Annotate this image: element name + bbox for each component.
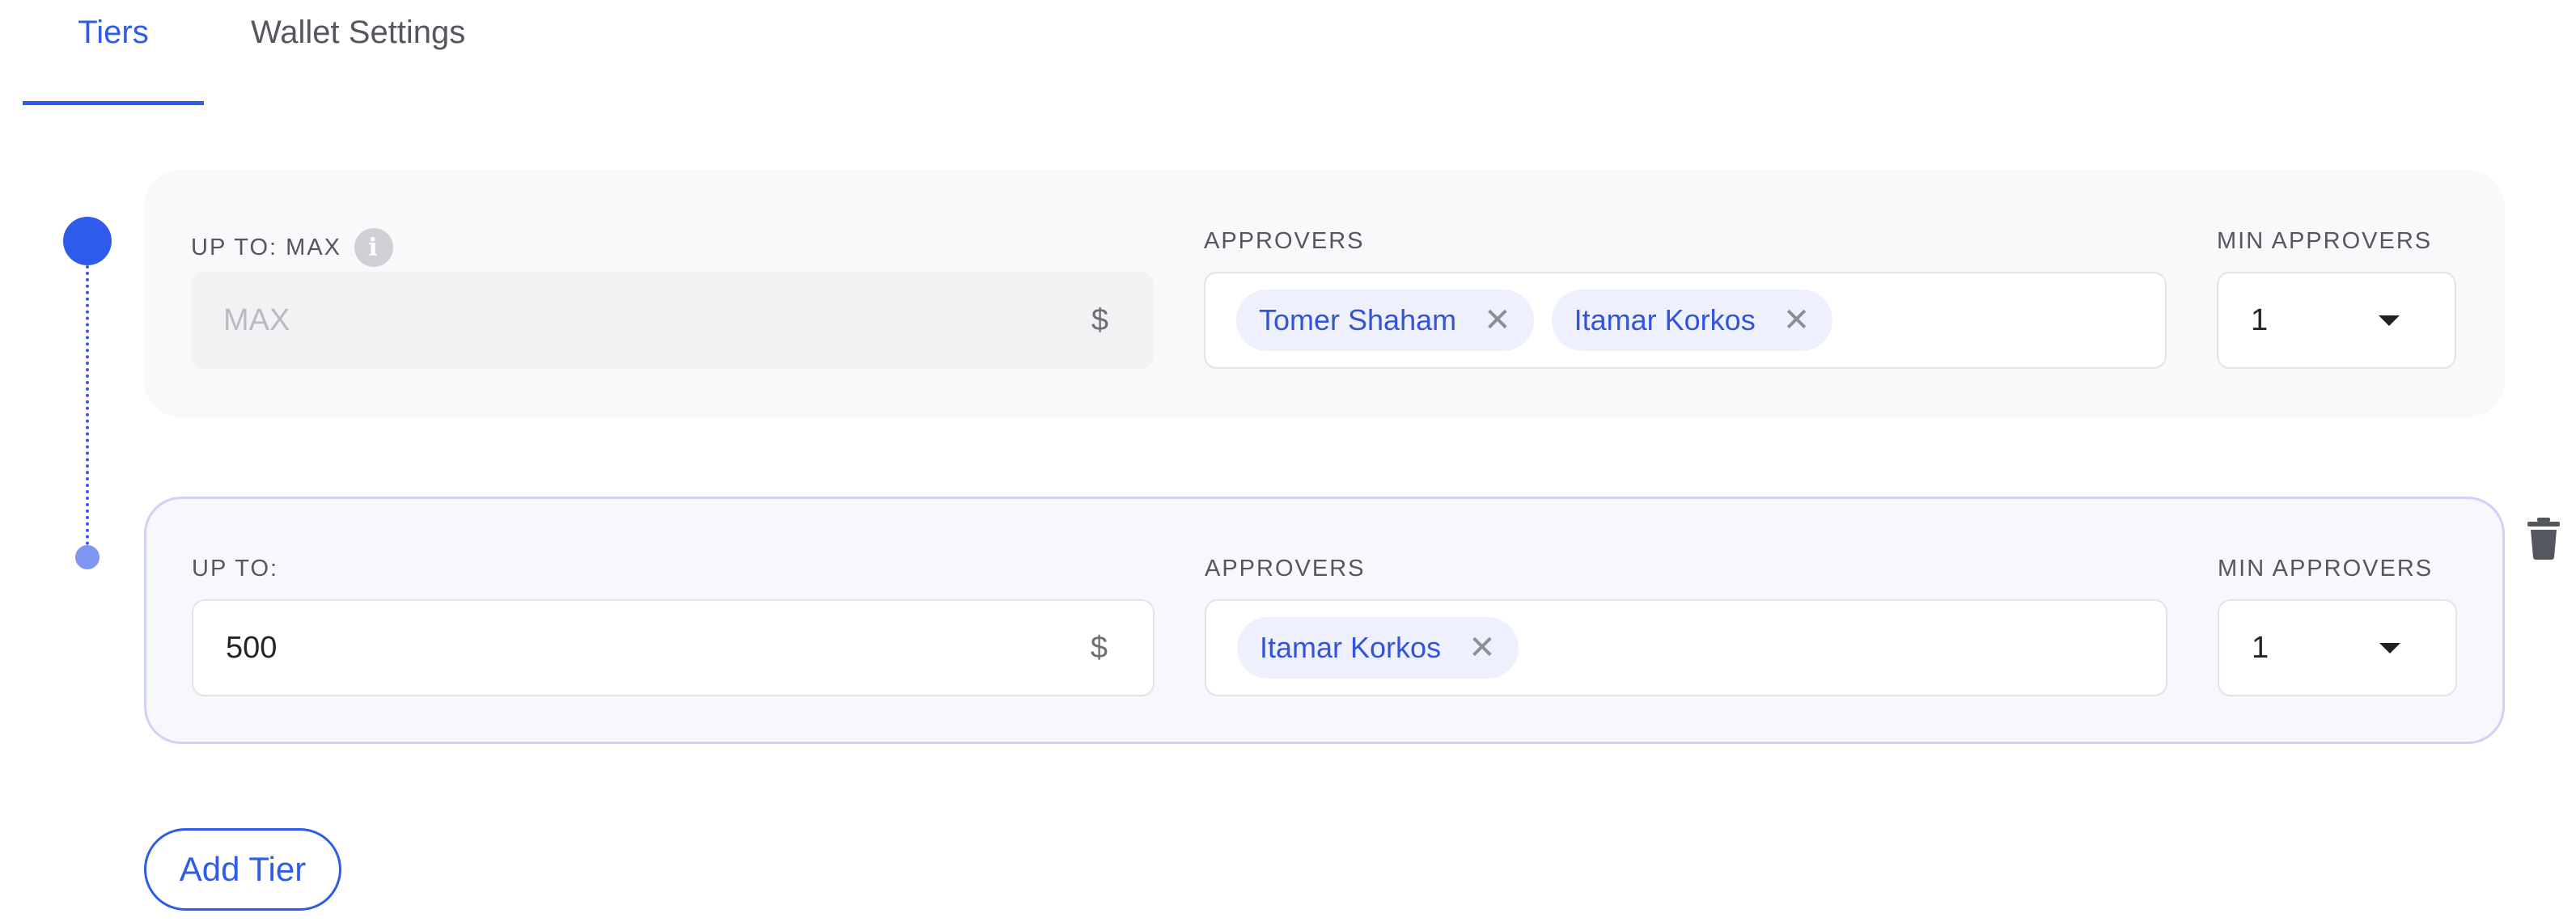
approver-chip: Itamar Korkos ✕ [1551,290,1833,351]
timeline-connector [86,265,89,552]
tab-wallet-settings[interactable]: Wallet Settings [251,0,465,105]
tab-bar: Tiers Wallet Settings [23,0,465,105]
min-approvers-select[interactable]: 1 [2217,272,2456,369]
amount-value: 500 [226,630,278,665]
add-tier-label: Add Tier [179,850,307,888]
close-icon[interactable]: ✕ [1783,304,1811,336]
currency-symbol: $ [1091,302,1108,337]
approver-chip: Itamar Korkos ✕ [1237,617,1519,679]
approval-tiers-page: Tiers Wallet Settings UP TO: MAX i MAX $… [0,0,2576,922]
close-icon[interactable]: ✕ [1468,632,1496,664]
amount-label: UP TO: MAX i [191,228,393,267]
chevron-down-icon [2379,642,2400,653]
chevron-down-icon [2379,315,2400,326]
approvers-input[interactable]: Itamar Korkos ✕ [1205,599,2167,696]
approver-chip-name: Itamar Korkos [1574,303,1756,336]
amount-label-text: UP TO: MAX [191,234,341,260]
min-approvers-value: 1 [2251,302,2269,337]
amount-input-max: MAX $ [191,272,1154,369]
tier-card-2: UP TO: 500 $ APPROVERS Itamar Korkos ✕ M… [144,497,2505,744]
approver-chip-name: Tomer Shaham [1259,303,1457,336]
tab-tiers[interactable]: Tiers [23,0,204,105]
min-approvers-value: 1 [2252,630,2269,665]
timeline-dot-tier-1 [63,217,112,265]
close-icon[interactable]: ✕ [1484,304,1511,336]
info-icon[interactable]: i [354,228,393,267]
timeline-dot-tier-2 [75,545,100,569]
approvers-input[interactable]: Tomer Shaham ✕ Itamar Korkos ✕ [1204,272,2167,369]
tier-card-1: UP TO: MAX i MAX $ APPROVERS Tomer Shaha… [144,170,2505,417]
add-tier-button[interactable]: Add Tier [144,828,341,911]
approver-chip: Tomer Shaham ✕ [1236,290,1534,351]
amount-label: UP TO: [192,556,279,582]
amount-placeholder: MAX [223,302,290,337]
approvers-label: APPROVERS [1205,556,1366,582]
approver-chip-name: Itamar Korkos [1260,631,1442,664]
min-approvers-label: MIN APPROVERS [2218,556,2434,582]
approvers-label: APPROVERS [1204,228,1365,254]
min-approvers-select[interactable]: 1 [2218,599,2457,696]
trash-icon[interactable] [2527,518,2560,560]
min-approvers-label: MIN APPROVERS [2217,228,2433,254]
tab-wallet-settings-label: Wallet Settings [251,15,466,50]
tab-tiers-label: Tiers [78,15,149,50]
amount-input[interactable]: 500 $ [192,599,1155,696]
currency-symbol: $ [1090,630,1108,665]
